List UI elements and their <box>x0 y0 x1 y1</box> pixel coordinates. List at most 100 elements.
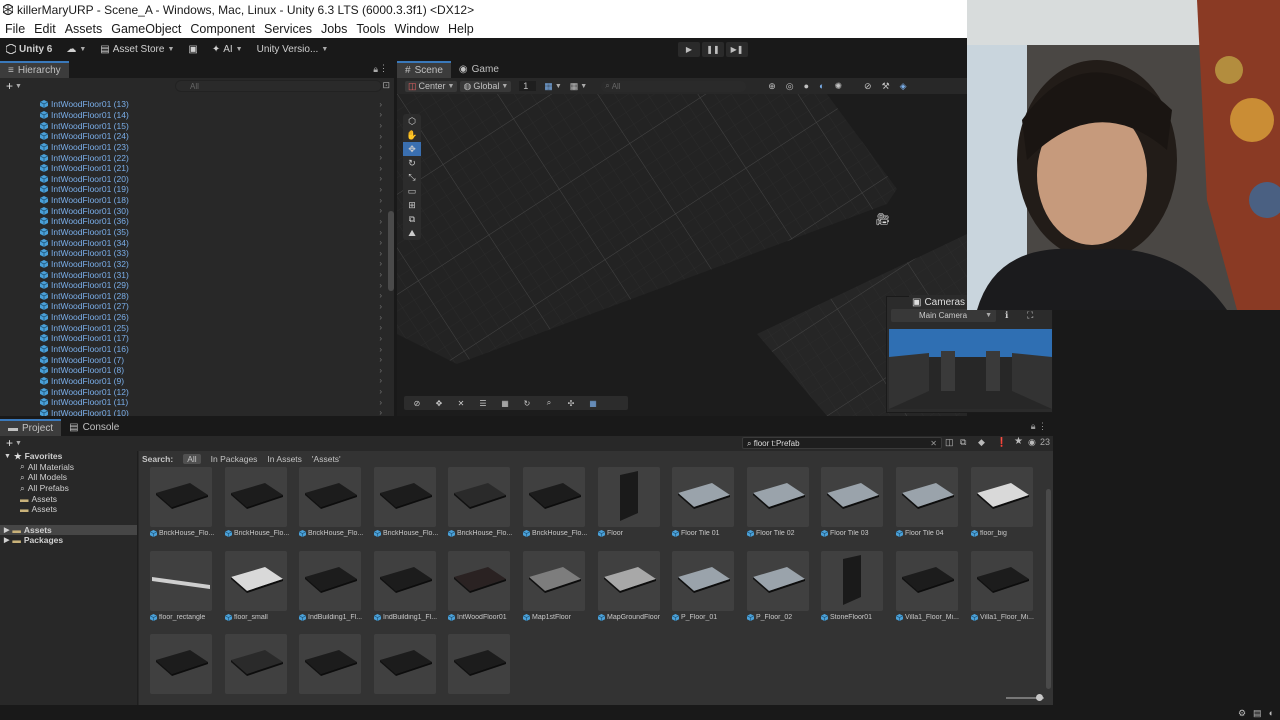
rotate-tool-icon[interactable]: ↻ <box>403 156 421 170</box>
gizmos-icon[interactable]: ◈ <box>900 81 907 92</box>
scene-visibility-icon[interactable]: ⊡ <box>382 80 390 91</box>
chevron-right-icon[interactable]: › <box>379 270 382 279</box>
menu-assets[interactable]: Assets <box>65 22 103 36</box>
favorite-all-materials[interactable]: ⌕ All Materials <box>0 461 137 473</box>
hierarchy-item[interactable]: IntWoodFloor01 (31) › <box>0 269 388 280</box>
chevron-right-icon[interactable]: › <box>379 313 382 322</box>
asset-item[interactable]: Villa1_Floor_Mi... <box>896 551 960 627</box>
filter-all[interactable]: All <box>183 454 201 464</box>
tab-hierarchy[interactable]: ≡ Hierarchy <box>0 61 69 78</box>
grid-snap-field[interactable]: 1 <box>519 81 537 91</box>
hierarchy-item[interactable]: IntWoodFloor01 (16) › <box>0 344 388 355</box>
hierarchy-item[interactable]: IntWoodFloor01 (26) › <box>0 312 388 323</box>
package-button[interactable]: ▣ <box>188 44 197 55</box>
chevron-down-icon[interactable]: ▼ <box>15 440 22 447</box>
scale-tool-icon[interactable]: ⤡ <box>403 170 421 184</box>
asset-item[interactable]: BrickHouse_Flo... <box>150 467 214 543</box>
hierarchy-item[interactable]: IntWoodFloor01 (27) › <box>0 301 388 312</box>
shading-wire-icon[interactable]: ◎ <box>786 81 794 92</box>
tab-console[interactable]: ▤ Console <box>61 419 127 436</box>
chevron-right-icon[interactable]: › <box>379 110 382 119</box>
hierarchy-item[interactable]: IntWoodFloor01 (32) › <box>0 259 388 270</box>
snap-icon[interactable]: ⊘ <box>410 398 424 408</box>
move-icon[interactable]: ✥ <box>432 398 446 408</box>
view-options-icon[interactable]: ⬡ <box>403 114 421 128</box>
chevron-right-icon[interactable]: › <box>379 132 382 141</box>
snap-increment-button[interactable]: ▦ ▼ <box>570 81 587 92</box>
transform-tool-icon[interactable]: ⊞ <box>403 198 421 212</box>
asset-item[interactable]: Floor Tile 03 <box>821 467 885 543</box>
hierarchy-item[interactable]: IntWoodFloor01 (10) › <box>0 408 388 416</box>
chevron-right-icon[interactable]: › <box>379 334 382 343</box>
shading-shaded-icon[interactable]: ● <box>804 81 809 91</box>
tab-project[interactable]: ▬ Project <box>0 419 62 436</box>
camera-dropdown[interactable]: Main Camera ▼ <box>891 309 996 322</box>
asset-item[interactable]: floor_big <box>971 467 1035 543</box>
project-scrollbar[interactable] <box>1046 489 1051 689</box>
hierarchy-item[interactable]: IntWoodFloor01 (20) › <box>0 173 388 184</box>
chevron-right-icon[interactable]: › <box>379 153 382 162</box>
chevron-right-icon[interactable]: › <box>379 323 382 332</box>
chevron-right-icon[interactable]: › <box>379 196 382 205</box>
hierarchy-item[interactable]: IntWoodFloor01 (30) › <box>0 205 388 216</box>
chevron-right-icon[interactable]: › <box>379 142 382 151</box>
terrain-tool-icon[interactable]: ⛰ <box>403 226 421 240</box>
chevron-right-icon[interactable]: › <box>379 174 382 183</box>
version-control-button[interactable]: Unity Versio... ▼ <box>257 44 329 55</box>
important-icon[interactable]: ❗ <box>996 437 1007 448</box>
favorites-group[interactable]: ▼ ★ Favorites <box>0 451 137 462</box>
pause-button[interactable]: ❚❚ <box>702 42 724 57</box>
more-options-icon[interactable]: ⋮ <box>379 63 388 74</box>
ai-button[interactable]: ✦ AI ▼ <box>212 44 243 55</box>
asset-item[interactable] <box>448 634 512 710</box>
camera-view-icon[interactable]: ⛶ <box>1027 310 1033 321</box>
cloud-services-button[interactable]: ☁ ▼ <box>66 44 86 55</box>
hierarchy-item[interactable]: IntWoodFloor01 (9) › <box>0 376 388 387</box>
hierarchy-item[interactable]: IntWoodFloor01 (13) › <box>0 99 388 110</box>
hierarchy-item[interactable]: IntWoodFloor01 (24) › <box>0 131 388 142</box>
layout-icon[interactable]: ▦ <box>586 398 600 408</box>
favorite-all-prefabs[interactable]: ⌕ All Prefabs <box>0 483 137 494</box>
camera-gizmo-icon[interactable]: 🎥︎ <box>875 212 890 226</box>
chevron-right-icon[interactable]: › <box>379 249 382 258</box>
hierarchy-item[interactable]: IntWoodFloor01 (34) › <box>0 237 388 248</box>
refresh-icon[interactable]: ↻ <box>520 398 534 408</box>
chevron-right-icon[interactable]: › <box>379 291 382 300</box>
grid-visibility-button[interactable]: ▦ ▼ <box>544 81 561 92</box>
hierarchy-search-input[interactable]: All <box>175 80 382 92</box>
favorite-assets-1[interactable]: ▬ Assets <box>0 493 137 504</box>
asset-item[interactable]: Map1stFloor <box>523 551 587 627</box>
grid-icon[interactable]: ▦ <box>498 398 512 408</box>
menu-component[interactable]: Component <box>190 22 255 36</box>
menu-help[interactable]: Help <box>448 22 474 36</box>
step-button[interactable]: ▶❚ <box>726 42 748 57</box>
cross-icon[interactable]: ✕ <box>454 398 468 408</box>
project-search-input[interactable]: ⌕ floor t:Prefab ✕ <box>742 437 942 449</box>
hierarchy-item[interactable]: IntWoodFloor01 (7) › <box>0 354 388 365</box>
asset-item[interactable] <box>299 634 363 710</box>
asset-item[interactable]: IndBuilding1_Fl... <box>374 551 438 627</box>
asset-item[interactable] <box>150 634 214 710</box>
asset-item[interactable]: BrickHouse_Flo... <box>523 467 587 543</box>
favorite-all-models[interactable]: ⌕ All Models <box>0 472 137 483</box>
star-icon[interactable]: ★ <box>1014 436 1023 447</box>
scene-search-input[interactable]: ⌕ All <box>601 80 747 92</box>
asset-item[interactable]: BrickHouse_Flo... <box>448 467 512 543</box>
asset-item[interactable]: Floor Tile 04 <box>896 467 960 543</box>
lock-icon[interactable]: 🔒︎ ⋮ <box>1031 421 1047 432</box>
chevron-right-icon[interactable]: › <box>379 302 382 311</box>
hierarchy-item[interactable]: IntWoodFloor01 (18) › <box>0 195 388 206</box>
filter-assets-folder[interactable]: 'Assets' <box>312 454 341 464</box>
hierarchy-item[interactable]: IntWoodFloor01 (8) › <box>0 365 388 376</box>
asset-item[interactable]: Floor <box>598 467 662 543</box>
asset-item[interactable]: Floor Tile 01 <box>672 467 736 543</box>
chevron-right-icon[interactable]: › <box>379 355 382 364</box>
clear-icon[interactable]: ✕ <box>930 438 937 449</box>
add-icon[interactable]: + <box>6 436 13 450</box>
collaborate-icon[interactable]: ◐ <box>1269 708 1274 719</box>
filter-in-packages[interactable]: In Packages <box>211 454 258 464</box>
play-button[interactable]: ▶ <box>678 42 700 57</box>
hierarchy-item[interactable]: IntWoodFloor01 (25) › <box>0 322 388 333</box>
menu-edit[interactable]: Edit <box>34 22 56 36</box>
pan-icon[interactable]: ✣ <box>564 398 578 408</box>
